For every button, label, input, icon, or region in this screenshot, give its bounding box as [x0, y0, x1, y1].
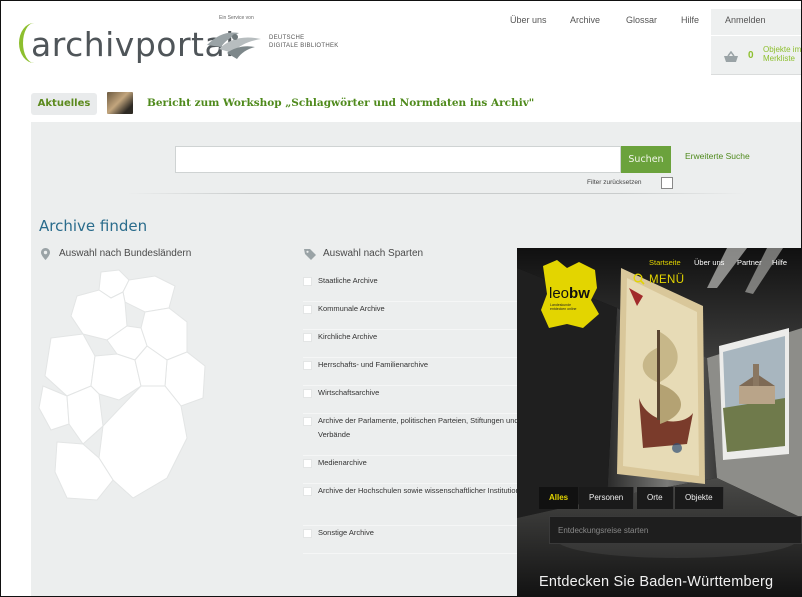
germany-map[interactable] — [37, 268, 209, 504]
service-line: Ein Service von — [219, 15, 254, 21]
checkbox[interactable] — [303, 487, 312, 496]
search-icon[interactable] — [633, 273, 645, 285]
menu-button[interactable]: MENÜ — [649, 274, 684, 286]
checkbox[interactable] — [303, 529, 312, 538]
divider — [711, 35, 801, 36]
sparte-item[interactable]: Archive der Hochschulen sowie wissenscha… — [303, 484, 548, 526]
divider — [127, 193, 745, 194]
reset-filter-checkbox[interactable] — [661, 177, 673, 189]
search-input[interactable] — [175, 146, 621, 173]
checkbox[interactable] — [303, 333, 312, 342]
leo-nav-startseite[interactable]: Startseite — [649, 258, 681, 267]
basket-label[interactable]: Objekte im Merkliste — [763, 45, 801, 63]
leo-search-input[interactable] — [550, 517, 802, 543]
reset-filter-label: Filter zurücksetzen — [587, 179, 642, 186]
tab-orte[interactable]: Orte — [637, 487, 674, 509]
checkbox[interactable] — [303, 277, 312, 286]
leo-search-tabs: Alles Personen Orte Objekte — [539, 487, 802, 509]
tab-alles[interactable]: Alles — [539, 487, 579, 509]
archive-heading: Archive finden — [39, 217, 148, 235]
sparte-item[interactable]: Sonstige Archive — [303, 526, 548, 554]
news-bar: Aktuelles Bericht zum Workshop „Schlagwö… — [31, 90, 801, 117]
leo-nav-hilfe[interactable]: Hilfe — [772, 258, 787, 267]
tab-objekte[interactable]: Objekte — [675, 487, 724, 509]
nav-archive[interactable]: Archive — [570, 15, 600, 25]
tab-personen[interactable]: Personen — [579, 487, 635, 509]
site-header: archivportal Ein Service von DEUTSCHE DI… — [1, 1, 801, 83]
leo-nav-partner[interactable]: Partner — [737, 258, 762, 267]
ddb-wordmark: DEUTSCHE DIGITALE BIBLIOTHEK — [269, 35, 339, 49]
tag-icon — [304, 249, 316, 260]
account-box: Anmelden 0 Objekte im Merkliste — [711, 9, 801, 75]
checkbox[interactable] — [303, 361, 312, 370]
leo-search-box — [549, 516, 802, 544]
sparte-item[interactable]: Staatliche Archive — [303, 274, 548, 302]
sparte-item[interactable]: Herrschafts- und Familienarchive — [303, 358, 548, 386]
by-sparte-heading: Auswahl nach Sparten — [323, 248, 424, 259]
checkbox[interactable] — [303, 459, 312, 468]
search-button[interactable]: Suchen — [621, 146, 671, 173]
leobw-window: leobw Landeskunde entdecken online Start… — [517, 248, 802, 597]
checkbox[interactable] — [303, 389, 312, 398]
sparte-item[interactable]: Kirchliche Archive — [303, 330, 548, 358]
leo-tagline: Entdecken Sie Baden-Württemberg — [539, 574, 774, 590]
ddb-logo-icon[interactable] — [205, 25, 265, 61]
leo-nav-ueber-uns[interactable]: Über uns — [694, 258, 724, 267]
advanced-search-link[interactable]: Erweiterte Suche — [685, 151, 750, 161]
news-headline-link[interactable]: Bericht zum Workshop „Schlagwörter und N… — [147, 97, 534, 109]
leobw-logo-text[interactable]: leobw — [549, 285, 590, 302]
sparte-item[interactable]: Kommunale Archive — [303, 302, 548, 330]
sparten-list: Staatliche Archive Kommunale Archive Kir… — [303, 274, 548, 554]
checkbox[interactable] — [303, 417, 312, 426]
nav-glossar[interactable]: Glossar — [626, 15, 657, 25]
leobw-logo-subtitle: Landeskunde entdecken online — [550, 303, 577, 311]
by-state-heading: Auswahl nach Bundesländern — [59, 248, 192, 259]
sparte-item[interactable]: Wirtschaftsarchive — [303, 386, 548, 414]
location-pin-icon — [41, 248, 50, 260]
search-row: Suchen — [175, 146, 671, 173]
sparte-item[interactable]: Medienarchive — [303, 456, 548, 484]
checkbox[interactable] — [303, 305, 312, 314]
news-thumbnail[interactable] — [107, 92, 133, 114]
sparte-item[interactable]: Archive der Parlamente, politischen Part… — [303, 414, 548, 456]
basket-icon[interactable] — [723, 51, 739, 63]
news-tag[interactable]: Aktuelles — [31, 93, 97, 115]
login-link[interactable]: Anmelden — [725, 15, 766, 25]
nav-hilfe[interactable]: Hilfe — [681, 15, 699, 25]
nav-ueber-uns[interactable]: Über uns — [510, 15, 547, 25]
basket-count: 0 — [748, 50, 754, 61]
